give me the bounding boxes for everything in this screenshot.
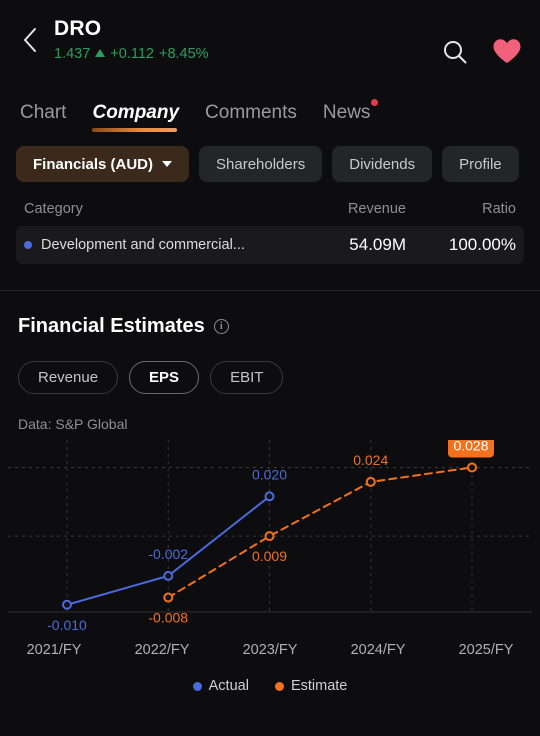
chart-legend: Actual Estimate bbox=[0, 678, 540, 694]
ticker-symbol: DRO bbox=[54, 17, 102, 40]
svg-text:0.024: 0.024 bbox=[353, 452, 388, 468]
tab-chart[interactable]: Chart bbox=[20, 101, 66, 132]
metric-revenue-label: Revenue bbox=[38, 369, 99, 386]
chip-shareholders-label: Shareholders bbox=[216, 155, 306, 173]
column-header-revenue: Revenue bbox=[347, 201, 406, 217]
tab-news-label: News bbox=[322, 102, 371, 123]
x-tick-2022: 2022/FY bbox=[134, 642, 190, 658]
metric-button-eps[interactable]: EPS bbox=[129, 361, 200, 394]
tab-comments[interactable]: Comments bbox=[205, 101, 297, 132]
svg-text:-0.010: -0.010 bbox=[47, 617, 87, 633]
table-cell-ratio: 100.00% bbox=[448, 235, 516, 254]
header-actions bbox=[442, 38, 522, 70]
tab-company-label: Company bbox=[92, 102, 180, 123]
chip-profile[interactable]: Profile bbox=[442, 146, 519, 182]
legend-item-actual[interactable]: Actual bbox=[192, 678, 249, 694]
page-title: Financial Estimates bbox=[18, 315, 205, 337]
chip-profile-label: Profile bbox=[459, 155, 502, 173]
category-name: Development and commercial... bbox=[41, 237, 245, 253]
heart-icon[interactable] bbox=[492, 38, 522, 70]
table-row[interactable]: Development and commercial... 54.09M 100… bbox=[16, 226, 524, 264]
table-cell-revenue: 54.09M bbox=[349, 235, 406, 254]
x-tick-2024: 2024/FY bbox=[350, 642, 406, 658]
chip-financials[interactable]: Financials (AUD) bbox=[16, 146, 190, 182]
metric-eps-label: EPS bbox=[149, 369, 180, 386]
x-tick-2025: 2025/FY bbox=[458, 642, 514, 658]
x-tick-2023: 2023/FY bbox=[242, 642, 298, 658]
category-color-dot bbox=[24, 241, 32, 249]
svg-text:0.028: 0.028 bbox=[453, 440, 488, 453]
legend-dot-estimate bbox=[274, 681, 284, 691]
legend-dot-actual bbox=[192, 681, 202, 691]
chip-financials-label: Financials (AUD) bbox=[33, 155, 154, 173]
table-header-row: Category Revenue Ratio bbox=[16, 196, 524, 222]
svg-text:0.009: 0.009 bbox=[252, 548, 287, 564]
back-button[interactable] bbox=[12, 20, 48, 60]
tab-comments-label: Comments bbox=[205, 102, 297, 123]
arrow-up-icon bbox=[95, 49, 106, 57]
financial-estimates-header: Financial Estimates i bbox=[18, 315, 522, 338]
chart-canvas: -0.010 -0.002 0.020 -0.008 0.009 0.024 0.028 bbox=[8, 440, 532, 633]
svg-text:0.020: 0.020 bbox=[252, 466, 287, 482]
table-cell-category: Development and commercial... bbox=[24, 237, 276, 253]
data-source-label: Data: S&P Global bbox=[18, 416, 128, 432]
main-tabs: Chart Company Comments News bbox=[0, 86, 540, 132]
metric-button-ebit[interactable]: EBIT bbox=[210, 361, 284, 394]
info-icon[interactable]: i bbox=[213, 319, 229, 334]
tab-chart-label: Chart bbox=[20, 102, 67, 123]
financial-estimates-section: Financial Estimates i Revenue EPS EBIT D… bbox=[0, 291, 540, 432]
legend-label-actual: Actual bbox=[208, 678, 249, 694]
chip-dividends[interactable]: Dividends bbox=[332, 146, 433, 182]
section-filter-chips: Financials (AUD) Shareholders Dividends … bbox=[0, 132, 540, 188]
ticker-change-absolute: +0.112 bbox=[110, 46, 154, 62]
news-notification-badge bbox=[371, 99, 379, 106]
ticker-price: 1.437 bbox=[54, 46, 91, 62]
svg-text:-0.008: -0.008 bbox=[148, 610, 188, 626]
chip-dividends-label: Dividends bbox=[349, 155, 416, 173]
legend-item-estimate[interactable]: Estimate bbox=[274, 678, 348, 694]
ticker-change-percent: +8.45% bbox=[158, 46, 209, 62]
x-tick-2021: 2021/FY bbox=[26, 642, 82, 658]
search-icon[interactable] bbox=[442, 39, 468, 70]
chevron-left-icon bbox=[23, 27, 38, 53]
chart-x-axis-labels: 2021/FY 2022/FY 2023/FY 2024/FY 2025/FY bbox=[0, 642, 540, 658]
ticker-block: DRO 1.437 +0.112 +8.45% bbox=[54, 16, 442, 63]
column-header-category: Category bbox=[24, 201, 83, 217]
chevron-down-icon bbox=[162, 161, 173, 167]
revenue-breakdown-table: Category Revenue Ratio Development and c… bbox=[0, 188, 540, 264]
metric-toggle-group: Revenue EPS EBIT bbox=[18, 361, 522, 394]
metric-button-revenue[interactable]: Revenue bbox=[18, 361, 119, 394]
tab-company[interactable]: Company bbox=[92, 101, 179, 132]
legend-label-estimate: Estimate bbox=[290, 678, 348, 694]
svg-text:-0.002: -0.002 bbox=[148, 546, 188, 562]
column-header-ratio: Ratio bbox=[482, 201, 516, 217]
metric-ebit-label: EBIT bbox=[230, 369, 264, 386]
tab-news[interactable]: News bbox=[322, 99, 379, 132]
app-header: DRO 1.437 +0.112 +8.45% bbox=[0, 0, 540, 86]
ticker-quote: 1.437 +0.112 +8.45% bbox=[54, 45, 442, 63]
chip-shareholders[interactable]: Shareholders bbox=[199, 146, 323, 182]
eps-estimates-chart[interactable]: -0.010 -0.002 0.020 -0.008 0.009 0.024 0.028 bbox=[0, 440, 540, 640]
